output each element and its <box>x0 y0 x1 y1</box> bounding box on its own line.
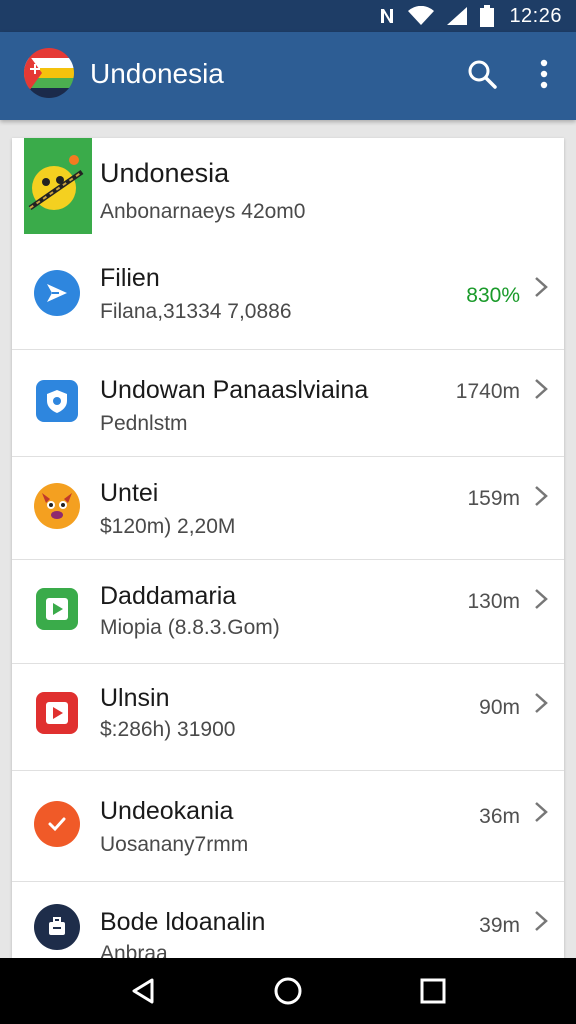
item-title: Daddamaria <box>100 582 237 610</box>
card-header[interactable]: Undonesia Anbonarnaeys 42om0 <box>12 138 564 238</box>
play-square-icon <box>36 588 78 630</box>
search-icon[interactable] <box>462 54 502 94</box>
item-title: Filien <box>100 264 160 292</box>
item-title: Undeokania <box>100 797 234 825</box>
content-card: Undonesia Anbonarnaeys 42om0 Filien Fila… <box>12 138 564 958</box>
list-item[interactable]: Untei $120m) 2,20M 159m <box>12 457 564 560</box>
item-subtitle: Miopia (8.8.3.Gom) <box>100 616 280 639</box>
item-subtitle: $120m) 2,20M <box>100 515 236 538</box>
app-title: Undonesia <box>90 58 224 89</box>
list-item[interactable]: Ulnsin $:286h) 31900 90m <box>12 664 564 771</box>
wifi-icon <box>407 6 435 26</box>
recents-icon[interactable] <box>408 966 458 1016</box>
item-subtitle: Pednlstm <box>100 412 188 435</box>
list-item[interactable]: Undowan Panaaslviaina Pednlstm 1740m <box>12 350 564 457</box>
clock: 12:26 <box>509 4 562 27</box>
item-title: Ulnsin <box>100 684 170 712</box>
list-item[interactable]: Undeokania Uosanany7rmm 36m <box>12 771 564 882</box>
more-vert-icon[interactable] <box>526 54 562 94</box>
mascot-icon <box>34 483 80 529</box>
item-subtitle: Filana,31334 7,0886 <box>100 300 292 323</box>
chevron-right-icon <box>535 589 548 609</box>
item-subtitle: $:286h) 31900 <box>100 718 236 741</box>
chevron-right-icon <box>535 802 548 822</box>
play-red-icon <box>36 692 78 734</box>
back-icon[interactable] <box>118 966 168 1016</box>
item-value: 1740m <box>455 380 520 403</box>
chevron-right-icon <box>535 277 548 297</box>
item-subtitle: Anbraa <box>100 942 168 958</box>
item-value: 39m <box>479 914 520 937</box>
signal-icon <box>445 6 469 26</box>
item-value: 36m <box>479 805 520 828</box>
briefcase-icon <box>34 904 80 950</box>
check-icon <box>34 801 80 847</box>
flag-logo-icon[interactable] <box>24 48 74 98</box>
battery-icon <box>479 5 495 27</box>
header-title: Undonesia <box>100 158 230 188</box>
status-bar: 12:26 <box>0 0 576 32</box>
list-item[interactable]: Filien Filana,31334 7,0886 830% <box>12 238 564 350</box>
list-item[interactable]: Daddamaria Miopia (8.8.3.Gom) 130m <box>12 560 564 664</box>
item-value: 90m <box>479 696 520 719</box>
list-item[interactable]: Bode ldoanalin Anbraa 39m <box>12 882 564 958</box>
item-value: 830% <box>466 284 520 307</box>
item-title: Bode ldoanalin <box>100 908 266 936</box>
header-image <box>24 138 92 234</box>
header-subtitle: Anbonarnaeys 42om0 <box>100 200 306 223</box>
chevron-right-icon <box>535 486 548 506</box>
app-bar: Undonesia <box>0 32 576 120</box>
item-subtitle: Uosanany7rmm <box>100 833 249 856</box>
chevron-right-icon <box>535 379 548 399</box>
item-title: Untei <box>100 479 159 507</box>
item-title: Undowan Panaaslviaina <box>100 376 369 404</box>
chevron-right-icon <box>535 693 548 713</box>
nfc-icon <box>377 6 397 26</box>
system-nav-bar <box>0 958 576 1024</box>
send-icon <box>34 270 80 316</box>
home-icon[interactable] <box>263 966 313 1016</box>
item-value: 130m <box>467 590 520 613</box>
item-value: 159m <box>467 487 520 510</box>
chevron-right-icon <box>535 911 548 931</box>
shield-icon <box>36 380 78 422</box>
